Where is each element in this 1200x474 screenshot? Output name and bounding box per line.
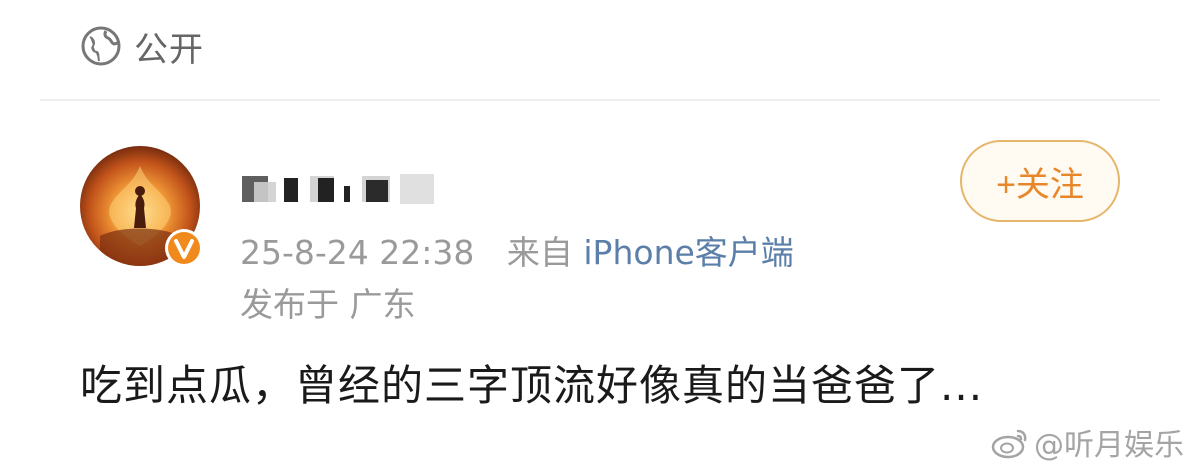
- globe-icon: [81, 26, 121, 66]
- follow-button[interactable]: +关注: [960, 140, 1120, 222]
- visibility-label: 公开: [134, 29, 204, 70]
- visibility-row: 公开: [80, 22, 204, 70]
- verified-badge-icon: [165, 229, 203, 267]
- post-location: 发布于 广东: [240, 285, 416, 324]
- author-name-obscured[interactable]: [240, 168, 440, 208]
- post-source-prefix: 来自: [506, 233, 573, 272]
- post-meta-time: 25-8-24 22:38 来自 iPhone客户端: [240, 226, 794, 274]
- weibo-icon: [991, 429, 1027, 459]
- post-timestamp: 25-8-24 22:38: [240, 233, 475, 272]
- watermark-text: @听月娱乐: [1034, 428, 1184, 463]
- post-source-client[interactable]: iPhone客户端: [583, 233, 793, 272]
- post-text: 吃到点瓜，曾经的三字顶流好像真的当爸爸了...: [80, 361, 984, 410]
- watermark: @听月娱乐: [990, 420, 1184, 464]
- author-avatar[interactable]: [80, 146, 206, 272]
- divider: [40, 99, 1160, 101]
